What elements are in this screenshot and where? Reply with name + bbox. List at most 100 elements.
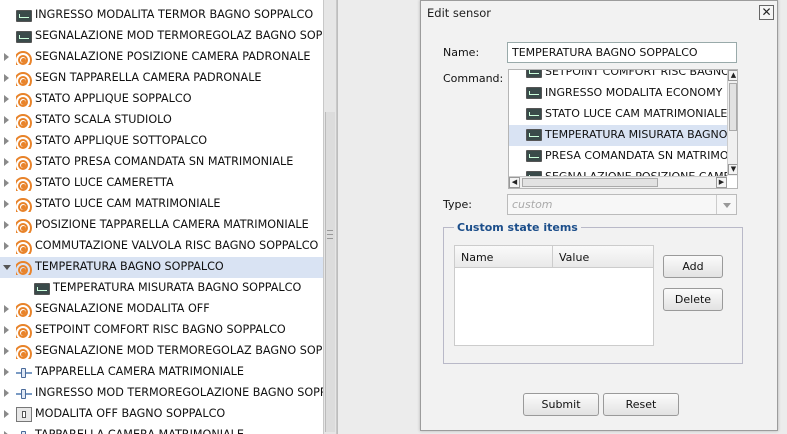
tree-item-label: STATO APPLIQUE SOTTOPALCO [35,134,208,147]
tree-item[interactable]: TEMPERATURA MISURATA BAGNO SOPPALCO [0,278,323,299]
collapsed-arrow-icon[interactable] [4,368,9,376]
tree-item[interactable]: SEGNALAZIONE POSIZIONE CAMERA PADRONALE [0,47,323,68]
tree-item[interactable]: SEGNALAZIONE MOD TERMOREGOLAZ BAGNO SOPP… [0,26,323,47]
panel-splitter[interactable] [323,0,337,434]
tree-item[interactable]: POSIZIONE TAPPARELLA CAMERA MATRIMONIALE [0,215,323,236]
slider-icon [16,428,32,434]
tree-item[interactable]: STATO APPLIQUE SOTTOPALCO [0,131,323,152]
sensor-monitor-icon [526,108,542,120]
signal-icon [16,113,32,128]
tree-item[interactable]: INGRESSO MOD TERMOREGOLAZIONE BAGNO SOPP [0,383,323,404]
collapsed-arrow-icon[interactable] [4,347,9,355]
splitter-grip-icon [327,230,333,239]
collapsed-arrow-icon[interactable] [4,305,9,313]
tree-item-label: STATO LUCE CAMERETTA [35,176,174,189]
column-header-name[interactable]: Name [461,251,493,264]
reset-button[interactable]: Reset [603,393,679,416]
delete-button[interactable]: Delete [663,288,723,311]
signal-icon [16,50,32,65]
sensor-monitor-icon [526,87,542,99]
signal-icon [16,71,32,86]
signal-icon [16,197,32,212]
tree-item[interactable]: COMMUTAZIONE VALVOLA RISC BAGNO SOPPALCO [0,236,323,257]
tree-item[interactable]: SETPOINT COMFORT RISC BAGNO SOPPALCO [0,320,323,341]
tree-item[interactable]: TEMPERATURA BAGNO SOPPALCO [0,257,323,278]
tree-item[interactable]: STATO SCALA STUDIOLO [0,110,323,131]
collapsed-arrow-icon[interactable] [4,158,9,166]
scroll-down-icon[interactable]: ▼ [728,164,737,175]
tree-scrollbar-thumb[interactable] [325,112,335,432]
collapsed-arrow-icon[interactable] [4,221,9,229]
column-header-value[interactable]: Value [559,251,589,264]
tree-item-label: INGRESSO MODALITA TERMOR BAGNO SOPPALCO [35,8,314,21]
command-list-item[interactable]: INGRESSO MODALITA ECONOMY [509,83,727,104]
scroll-right-icon[interactable]: ▶ [716,177,727,188]
tree-item[interactable]: INGRESSO MODALITA TERMOR BAGNO SOPPALCO [0,5,323,26]
tree-item-label: SEGNALAZIONE MOD TERMOREGOLAZ BAGNO SOPP… [35,29,323,42]
command-list-item[interactable]: PRESA COMANDATA SN MATRIMONIALE [509,146,727,167]
command-list-item[interactable]: STATO LUCE CAM MATRIMONIALE [509,104,727,125]
tree-item[interactable]: TAPPARELLA CAMERA MATRIMONIALE [0,425,323,434]
signal-icon [16,302,32,317]
sensor-monitor-icon [16,10,32,22]
sensor-monitor-icon [526,70,542,78]
name-input[interactable] [507,42,737,63]
collapsed-arrow-icon[interactable] [4,137,9,145]
vscroll-thumb[interactable] [729,83,737,131]
command-list[interactable]: SETPOINT COMFORT RISC BAGNO SOPPALCO INGR… [508,69,738,189]
expanded-arrow-icon[interactable] [3,265,11,270]
scroll-left-icon[interactable]: ◀ [509,177,520,188]
slider-icon [16,365,32,380]
tree-item-label: SEGNALAZIONE MODALITA OFF [35,302,210,315]
sensor-monitor-icon [526,129,542,141]
name-label: Name: [443,46,480,59]
hscroll-thumb[interactable] [522,178,658,187]
tree-item[interactable]: STATO PRESA COMANDATA SN MATRIMONIALE [0,152,323,173]
chevron-down-icon[interactable] [716,195,736,214]
sensor-monitor-icon [16,31,32,43]
tree-item-label: TEMPERATURA BAGNO SOPPALCO [35,260,224,273]
collapsed-arrow-icon[interactable] [4,242,9,250]
collapsed-arrow-icon[interactable] [4,410,9,418]
tree-item[interactable]: STATO LUCE CAMERETTA [0,173,323,194]
collapsed-arrow-icon[interactable] [4,95,9,103]
tree-item[interactable]: SEGNALAZIONE MODALITA OFF [0,299,323,320]
collapsed-arrow-icon[interactable] [4,200,9,208]
command-list-vscroll[interactable]: ▲ ▼ [727,70,737,176]
edit-sensor-dialog: Edit sensor ✕ Name: Command: SETPOINT CO… [420,0,778,431]
tree-item[interactable]: STATO LUCE CAM MATRIMONIALE [0,194,323,215]
collapsed-arrow-icon[interactable] [4,116,9,124]
add-button[interactable]: Add [663,255,723,278]
collapsed-arrow-icon[interactable] [4,179,9,187]
close-icon[interactable]: ✕ [759,5,774,20]
tree-item-label: TAPPARELLA CAMERA MATRIMONIALE [35,428,244,434]
command-list-item[interactable]: SETPOINT COMFORT RISC BAGNO SOPPALCO [509,70,727,83]
grid-header: Name Value [455,246,653,268]
tree-item-label: INGRESSO MOD TERMOREGOLAZIONE BAGNO SOPP [35,386,323,399]
custom-state-grid[interactable]: Name Value [454,245,654,346]
sensor-tree: INGRESSO MODALITA TERMOR BAGNO SOPPALCO S… [0,0,323,434]
command-list-hscroll[interactable]: ◀ ▶ [509,176,727,188]
collapsed-arrow-icon[interactable] [4,326,9,334]
column-divider[interactable] [552,246,553,268]
tree-item[interactable]: SEGN TAPPARELLA CAMERA PADRONALE [0,68,323,89]
tree-item[interactable]: STATO APPLIQUE SOPPALCO [0,89,323,110]
collapsed-arrow-icon[interactable] [4,53,9,61]
collapsed-arrow-icon[interactable] [4,389,9,397]
tree-item-label: STATO PRESA COMANDATA SN MATRIMONIALE [35,155,294,168]
slider-icon [16,386,32,401]
tree-item[interactable]: TAPPARELLA CAMERA MATRIMONIALE [0,362,323,383]
collapsed-arrow-icon[interactable] [4,74,9,82]
tree-item[interactable]: SEGNALAZIONE MOD TERMOREGOLAZ BAGNO SOPP [0,341,323,362]
switch-icon [16,407,32,422]
tree-item[interactable]: MODALITA OFF BAGNO SOPPALCO [0,404,323,425]
submit-button[interactable]: Submit [523,393,599,416]
command-list-item[interactable]: TEMPERATURA MISURATA BAGNO SOPPALCO [509,125,727,146]
scroll-up-icon[interactable]: ▲ [728,70,737,81]
type-label: Type: [443,198,472,211]
dialog-title: Edit sensor [427,6,492,20]
signal-icon [16,92,32,107]
tree-item-label: SEGN TAPPARELLA CAMERA PADRONALE [35,71,262,84]
type-select[interactable]: custom [507,194,737,215]
signal-icon [16,134,32,149]
